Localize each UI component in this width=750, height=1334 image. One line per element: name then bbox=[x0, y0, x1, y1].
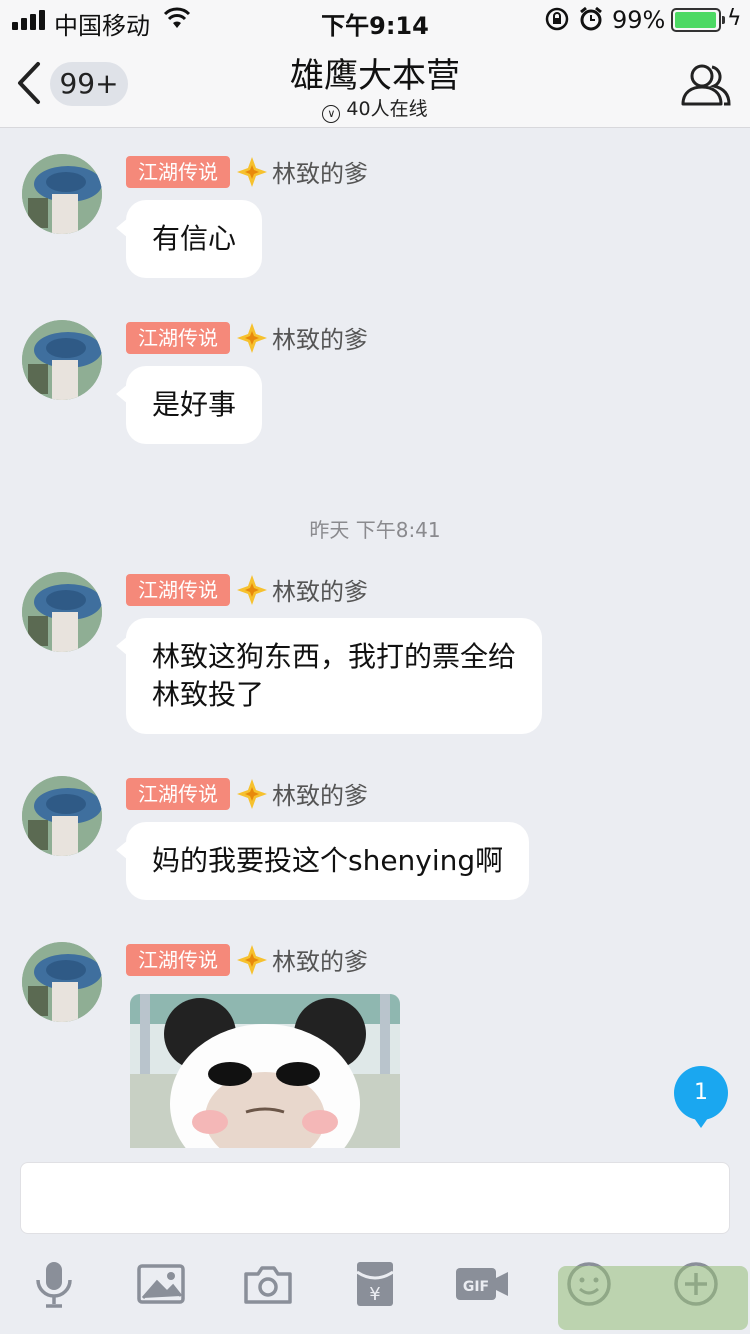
message-meta: 江湖传说 林致的爹 bbox=[126, 942, 368, 977]
rank-star-icon bbox=[237, 778, 267, 809]
avatar[interactable] bbox=[22, 154, 102, 234]
battery-percent: 99% bbox=[612, 6, 666, 34]
online-count[interactable]: ∨ 40人在线 bbox=[0, 94, 750, 123]
sender-name[interactable]: 林致的爹 bbox=[272, 320, 368, 355]
message-bubble[interactable]: 有信心 bbox=[115, 200, 263, 278]
member-title-badge: 江湖传说 bbox=[126, 321, 230, 354]
rank-star-icon bbox=[237, 574, 267, 605]
rank-star-icon bbox=[237, 944, 267, 975]
message-input[interactable] bbox=[20, 1162, 730, 1234]
nav-bar: 99+ 雄鹰大本营 ∨ 40人在线 bbox=[0, 40, 750, 128]
sender-name[interactable]: 林致的爹 bbox=[272, 776, 368, 811]
online-count-label: 40人在线 bbox=[346, 98, 428, 120]
status-bar: 中国移动 下午9:14 99% ϟ bbox=[0, 0, 750, 40]
member-title-badge: 江湖传说 bbox=[126, 943, 230, 976]
gif-icon[interactable]: GIF bbox=[454, 1258, 510, 1310]
camera-icon[interactable] bbox=[240, 1258, 296, 1310]
message-bubble[interactable]: 妈的我要投这个shenying啊 bbox=[115, 822, 530, 900]
sender-name[interactable]: 林致的爹 bbox=[272, 942, 368, 977]
chevron-down-icon: ∨ bbox=[322, 105, 341, 123]
sender-name[interactable]: 林致的爹 bbox=[272, 572, 368, 607]
svg-text:¥: ¥ bbox=[369, 1284, 380, 1305]
rank-star-icon bbox=[237, 322, 267, 353]
rank-star-icon bbox=[237, 156, 267, 187]
sender-name[interactable]: 林致的爹 bbox=[272, 154, 368, 189]
charging-icon: ϟ bbox=[727, 6, 742, 31]
battery-icon bbox=[671, 8, 725, 32]
message-meta: 江湖传说 林致的爹 bbox=[126, 572, 368, 607]
member-title-badge: 江湖传说 bbox=[126, 573, 230, 606]
new-message-badge[interactable]: 1 bbox=[674, 1066, 728, 1128]
member-title-badge: 江湖传说 bbox=[126, 155, 230, 188]
member-title-badge: 江湖传说 bbox=[126, 777, 230, 810]
message-bubble[interactable]: 是好事 bbox=[115, 366, 263, 444]
red-packet-icon[interactable]: ¥ bbox=[347, 1258, 403, 1310]
members-icon[interactable] bbox=[680, 60, 732, 108]
avatar[interactable] bbox=[22, 572, 102, 652]
microphone-icon[interactable] bbox=[26, 1258, 82, 1310]
group-title[interactable]: 雄鹰大本营 bbox=[0, 48, 750, 97]
message-meta: 江湖传说 林致的爹 bbox=[126, 154, 368, 189]
image-icon[interactable] bbox=[133, 1258, 189, 1310]
avatar[interactable] bbox=[22, 776, 102, 856]
sticker-image[interactable] bbox=[130, 994, 400, 1148]
message-meta: 江湖传说 林致的爹 bbox=[126, 776, 368, 811]
time-divider: 昨天 下午8:41 bbox=[309, 518, 441, 542]
site-watermark bbox=[558, 1266, 748, 1330]
message-meta: 江湖传说 林致的爹 bbox=[126, 320, 368, 355]
gif-label: GIF bbox=[463, 1279, 489, 1295]
message-bubble[interactable]: 林致这狗东西，我打的票全给 林致投了 bbox=[115, 618, 543, 734]
avatar[interactable] bbox=[22, 320, 102, 400]
alarm-icon bbox=[578, 6, 604, 38]
message-text-line: 林致投了 bbox=[152, 678, 265, 711]
avatar[interactable] bbox=[22, 942, 102, 1022]
rotation-lock-icon bbox=[544, 6, 570, 38]
message-text-line: 林致这狗东西，我打的票全给 bbox=[152, 640, 517, 673]
